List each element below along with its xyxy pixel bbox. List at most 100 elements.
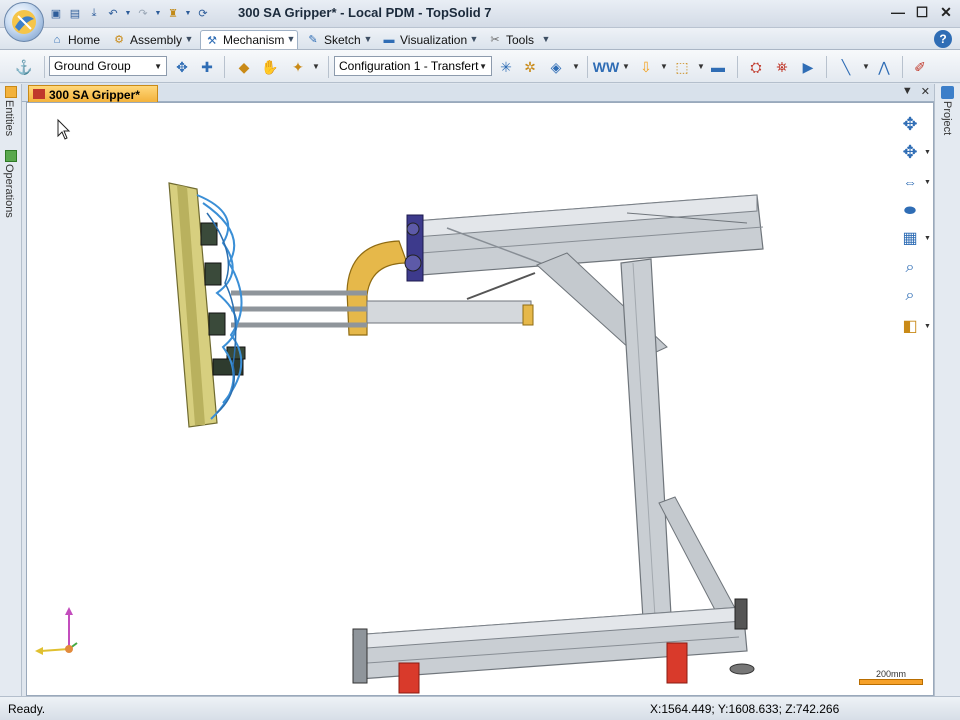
play-icon[interactable]: ▶ (798, 57, 818, 77)
quick-access-toolbar: ▣ ▤ ⤓ ↶ ▼ ↷ ▼ ♜ ▼ ⟳ (48, 5, 211, 21)
pan-icon[interactable]: ✥ (899, 113, 921, 135)
red-foot-left (398, 662, 420, 694)
application-menu-button[interactable] (4, 2, 44, 42)
toolbar-separator (328, 56, 329, 78)
document-tab-bar: 300 SA Gripper* ▼ ✕ (22, 84, 934, 102)
tab-home-label: Home (68, 32, 101, 47)
scale-bar: 200mm (859, 669, 923, 687)
redo-dropdown-icon[interactable]: ▼ (154, 5, 162, 21)
pneumatic-cylinder (366, 300, 532, 324)
entities-icon (5, 86, 17, 98)
tab-mechanism-dropdown-icon[interactable]: ▼ (285, 34, 297, 44)
toolbar-separator (44, 56, 45, 78)
standard-view-cube-icon[interactable]: ◧ (899, 315, 921, 337)
configuration-view-icon[interactable]: ◈ (546, 57, 566, 77)
undo-dropdown-icon[interactable]: ▼ (124, 5, 132, 21)
operations-panel-tab[interactable]: Operations (3, 164, 15, 218)
chevron-down-icon: ▼ (479, 61, 487, 71)
tab-assembly[interactable]: ⚙ Assembly (108, 30, 186, 49)
configuration-dropdown-icon[interactable]: ▼ (572, 62, 580, 71)
check-in-icon[interactable]: ⤓ (86, 5, 102, 21)
gripper-3d-model[interactable] (27, 103, 934, 696)
document-tab[interactable]: 300 SA Gripper* (28, 85, 158, 102)
entities-panel-tab[interactable]: Entities (3, 100, 15, 136)
roll-icon[interactable]: ⇔ (899, 171, 921, 193)
curve-icon[interactable]: ⋀ (874, 57, 894, 77)
multi-view-icon[interactable]: ▦ (899, 227, 921, 249)
group-move-icon[interactable]: ✥ (172, 57, 192, 77)
scale-label: 200mm (875, 669, 906, 679)
rail-icon[interactable]: ▬ (708, 57, 728, 77)
sensor-dropdown-icon[interactable]: ▼ (697, 62, 705, 71)
tab-sketch[interactable]: ✎ Sketch (302, 30, 365, 49)
3d-viewport[interactable]: ✥ ✥ ▼ ⇔ ▼ ⬬ ▦ ▼ ⌕ ⌕ ◧ ▼ 200mm (26, 102, 934, 696)
tab-sketch-label: Sketch (324, 32, 361, 47)
rotate-icon[interactable]: ✥ (899, 141, 921, 163)
pdm-dropdown-icon[interactable]: ▼ (184, 5, 192, 21)
motion-icon[interactable]: ✋ (260, 57, 280, 77)
sensor-icon[interactable]: ⬚ (672, 57, 692, 77)
close-button[interactable]: ✕ (938, 4, 954, 21)
save-icon[interactable]: ▣ (48, 5, 64, 21)
ribbon-toolbar: ⚓ Ground Group ▼ ✥ ✚ ◆ ✋ ✦ ▼ Configurati… (0, 50, 960, 83)
toolbar-separator (587, 56, 588, 78)
tab-visualization[interactable]: ▬ Visualization (378, 30, 471, 49)
project-panel-tab[interactable]: Project (941, 101, 953, 135)
save-all-icon[interactable]: ▤ (67, 5, 83, 21)
redo-icon[interactable]: ↷ (135, 5, 151, 21)
configuration-select[interactable]: Configuration 1 - Transfert ▼ (334, 56, 492, 76)
document-tab-label: 300 SA Gripper* (49, 87, 140, 102)
driver-icon[interactable]: ✦ (288, 57, 308, 77)
sketch-icon: ✎ (308, 34, 318, 46)
pdm-icon[interactable]: ♜ (165, 5, 181, 21)
right-panel-strip: Project (934, 84, 960, 696)
multi-view-dropdown-icon[interactable]: ▼ (924, 235, 931, 242)
document-close-icon[interactable]: ✕ (921, 85, 930, 98)
ground-icon[interactable]: ⚓ (14, 57, 34, 77)
tab-home[interactable]: ⌂ Home (46, 30, 104, 49)
ground-group-select[interactable]: Ground Group ▼ (49, 56, 167, 76)
tab-assembly-dropdown-icon[interactable]: ▼ (183, 34, 195, 44)
home-icon: ⌂ (53, 33, 61, 46)
foot-clamp (734, 598, 748, 630)
status-text: Ready. (8, 702, 46, 716)
force-icon[interactable]: ⇩ (636, 57, 656, 77)
walk-icon[interactable]: ⬬ (899, 199, 921, 221)
refresh-icon[interactable]: ⟳ (195, 5, 211, 21)
zoom-icon[interactable]: ⌕ (899, 285, 921, 307)
joint-icon[interactable]: ◆ (234, 57, 254, 77)
ribbon-tab-bar: ⌂ Home ⚙ Assembly ▼ ⚒ Mechanism ▼ ✎ Sket… (0, 28, 960, 50)
group-add-icon[interactable]: ✚ (197, 57, 217, 77)
minimize-button[interactable]: — (890, 4, 906, 21)
title-bar: ▣ ▤ ⤓ ↶ ▼ ↷ ▼ ♜ ▼ ⟳ 300 SA Gripper* - Lo… (0, 0, 960, 28)
trajectory-icon[interactable]: ✐ (910, 57, 930, 77)
ground-group-value: Ground Group (54, 59, 131, 73)
undo-icon[interactable]: ↶ (105, 5, 121, 21)
simulate-icon[interactable]: ⛭ (746, 57, 766, 77)
driver-dropdown-icon[interactable]: ▼ (312, 62, 320, 71)
zoom-fit-icon[interactable]: ⌕ (899, 257, 921, 279)
toolbar-separator (902, 56, 903, 78)
roll-dropdown-icon[interactable]: ▼ (924, 179, 931, 186)
rotate-dropdown-icon[interactable]: ▼ (924, 149, 931, 156)
red-foot-right (666, 642, 688, 684)
standard-view-dropdown-icon[interactable]: ▼ (924, 323, 931, 330)
configuration-edit-icon[interactable]: ✳ (496, 57, 516, 77)
tab-tools[interactable]: ✂ Tools (484, 30, 538, 49)
measure-dropdown-icon[interactable]: ▼ (862, 62, 870, 71)
tab-visualization-dropdown-icon[interactable]: ▼ (468, 34, 480, 44)
measure-icon[interactable]: ╲ (836, 57, 856, 77)
force-dropdown-icon[interactable]: ▼ (660, 62, 668, 71)
simulation-record-icon[interactable]: ⛯ (772, 57, 792, 77)
toolbar-separator (826, 56, 827, 78)
spring-icon[interactable]: WW (593, 57, 619, 77)
tab-tools-dropdown-icon[interactable]: ▼ (540, 34, 552, 44)
configuration-manage-icon[interactable]: ✲ (520, 57, 540, 77)
tab-mechanism[interactable]: ⚒ Mechanism (200, 30, 298, 49)
document-list-dropdown-icon[interactable]: ▼ (902, 85, 913, 98)
vertical-column (620, 258, 672, 620)
maximize-button[interactable]: ☐ (914, 4, 930, 21)
spring-dropdown-icon[interactable]: ▼ (622, 62, 630, 71)
help-button[interactable]: ? (934, 30, 952, 48)
tab-sketch-dropdown-icon[interactable]: ▼ (362, 34, 374, 44)
